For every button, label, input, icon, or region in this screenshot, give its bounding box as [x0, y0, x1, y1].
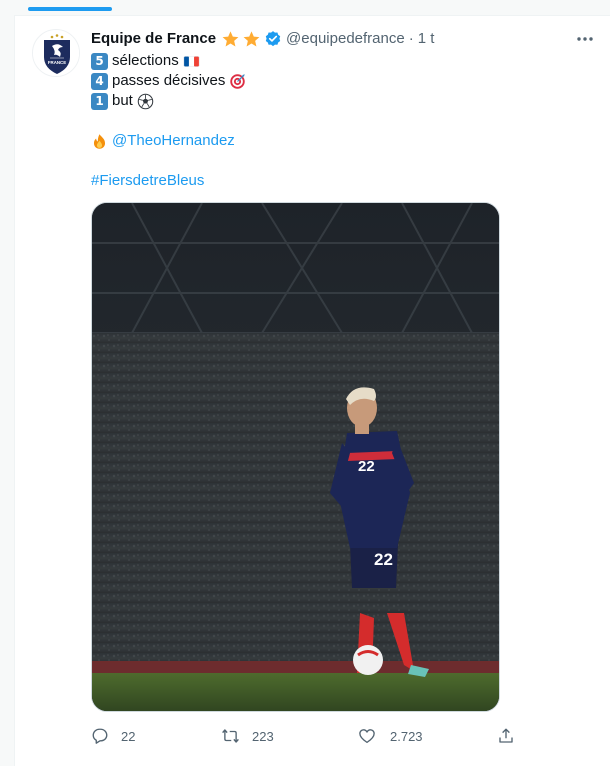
mention-link[interactable]: @TheoHernandez	[112, 131, 235, 151]
timestamp[interactable]: 1 t	[418, 29, 435, 49]
fire-icon	[93, 133, 106, 149]
stat-label: but	[112, 92, 133, 109]
stat-line-goals: 1 but	[91, 91, 581, 111]
active-tab-indicator	[28, 7, 112, 11]
tweet-header: Equipe de France @equipedefrance · 1 t	[91, 29, 434, 49]
share-button[interactable]	[497, 724, 515, 748]
tweet-text: 5 sélections 4 passes décisives 1 but @T…	[91, 51, 581, 191]
france-flag-icon	[183, 55, 200, 67]
keycap-number: 1	[91, 92, 108, 110]
tweet-photo[interactable]: 22 22	[91, 202, 500, 712]
like-button[interactable]: 2.723	[358, 724, 423, 748]
stat-label: sélections	[112, 52, 179, 69]
reply-count: 22	[121, 728, 136, 744]
avatar[interactable]: FRANCE	[32, 29, 80, 77]
more-horizontal-icon	[577, 37, 593, 41]
star-icon	[243, 30, 260, 46]
hashtag-line: #FiersdetreBleus	[91, 171, 581, 191]
more-options-button[interactable]	[574, 28, 596, 50]
retweet-button[interactable]: 223	[221, 724, 274, 748]
jersey-number: 22	[358, 458, 375, 475]
keycap-number: 5	[91, 52, 108, 70]
reply-icon	[92, 728, 108, 744]
tweet[interactable]: FRANCE Equipe de France @equipedefrance …	[14, 15, 610, 766]
soccer-ball-icon	[137, 93, 154, 109]
stat-line-assists: 4 passes décisives	[91, 71, 581, 91]
star-icon	[222, 30, 239, 46]
target-icon	[230, 73, 246, 89]
retweet-icon	[222, 729, 239, 743]
reply-button[interactable]: 22	[91, 724, 135, 748]
display-name[interactable]: Equipe de France	[91, 29, 216, 49]
handle[interactable]: @equipedefrance	[286, 29, 405, 49]
crest-text: FRANCE	[48, 60, 66, 65]
separator-dot: ·	[408, 30, 414, 47]
fff-crest-icon: FRANCE	[33, 30, 79, 76]
keycap-number: 4	[91, 72, 108, 90]
mention-line: @TheoHernandez	[91, 131, 581, 151]
verified-badge-icon	[265, 31, 281, 47]
stat-line-selections: 5 sélections	[91, 51, 581, 71]
like-count: 2.723	[390, 728, 423, 744]
stadium-player-photo: 22 22	[92, 203, 499, 711]
heart-icon	[359, 729, 375, 744]
tweet-actions: 22 223 2.723	[91, 724, 521, 748]
star-badges	[221, 30, 263, 49]
shorts-number: 22	[374, 550, 393, 569]
stat-label: passes décisives	[112, 72, 226, 89]
retweet-count: 223	[252, 728, 274, 744]
share-icon	[499, 728, 513, 743]
hashtag-link[interactable]: #FiersdetreBleus	[91, 171, 204, 191]
